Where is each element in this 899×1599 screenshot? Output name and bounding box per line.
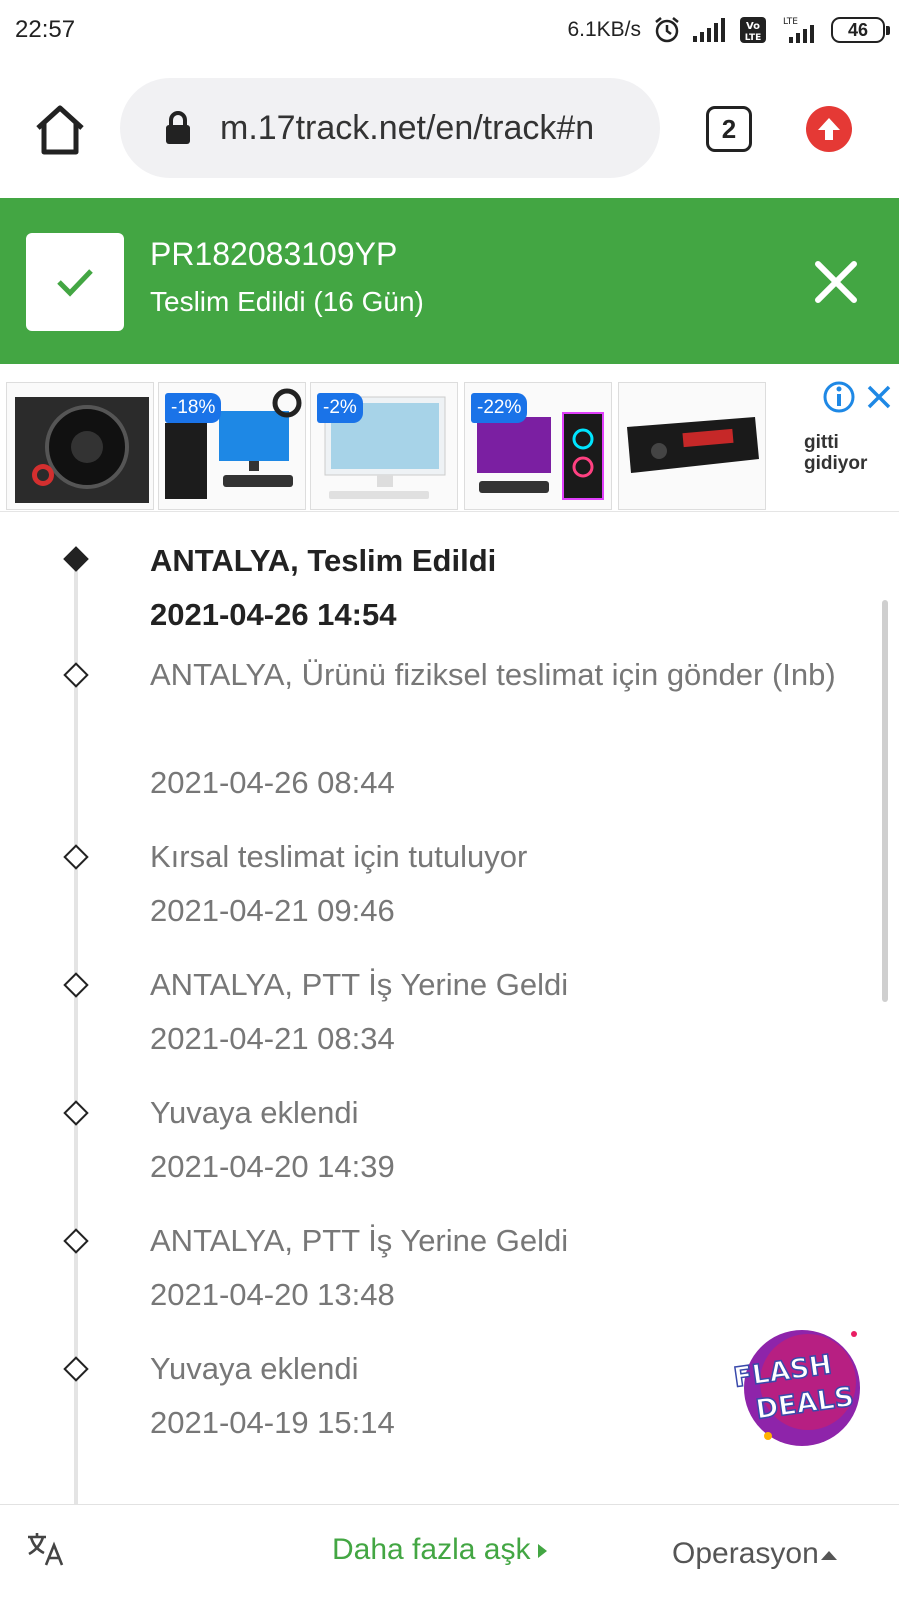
- event-time: 2021-04-20 13:48: [150, 1277, 395, 1312]
- event-time: 2021-04-20 14:39: [150, 1149, 395, 1184]
- event-description: ANTALYA, PTT İş Yerine Geldi: [150, 967, 569, 1002]
- event-time: 2021-04-26 14:54: [150, 597, 397, 632]
- home-icon: [36, 105, 84, 155]
- status-icons: 6.1KB/s Vo LTE LTE 46: [567, 14, 890, 46]
- ad-item-rgb-pc[interactable]: -22%: [464, 382, 612, 510]
- event-description: ANTALYA, Teslim Edildi: [150, 543, 497, 578]
- more-link-label: Daha fazla aşk: [332, 1533, 531, 1566]
- diamond-icon: [63, 1228, 89, 1254]
- svg-text:LTE: LTE: [783, 17, 798, 27]
- discount-tag: -22%: [471, 393, 528, 423]
- event-time: 2021-04-19 15:14: [150, 1405, 395, 1440]
- ad-banner[interactable]: -18% -2% -22% gitti gidiyor: [0, 378, 899, 512]
- svg-text:Vo: Vo: [746, 21, 760, 32]
- home-button[interactable]: [32, 104, 88, 156]
- tracking-status: Teslim Edildi (16 Gün): [150, 286, 424, 317]
- net-speed: 6.1KB/s: [567, 18, 641, 41]
- operations-button[interactable]: Operasyon: [672, 1537, 837, 1571]
- ad-item-car-stereo[interactable]: [618, 382, 766, 510]
- play-arrow-icon: [538, 1544, 548, 1559]
- battery-icon: 46: [831, 17, 890, 43]
- flash-deals-badge: FLASH DEALS: [731, 1330, 860, 1446]
- translate-button[interactable]: [26, 1529, 66, 1569]
- diamond-icon: [63, 972, 89, 998]
- ad-info-button[interactable]: [822, 380, 856, 414]
- check-icon: [57, 269, 93, 297]
- car-stereo-image: [627, 417, 759, 473]
- event-time: 2021-04-26 08:44: [150, 765, 395, 800]
- volte-icon: Vo LTE: [739, 16, 767, 44]
- update-button[interactable]: [806, 106, 852, 152]
- event-description: ANTALYA, PTT İş Yerine Geldi: [150, 1223, 569, 1258]
- ad-item-all-in-one[interactable]: -2%: [310, 382, 458, 510]
- ad-brand-logo: gitti gidiyor: [804, 432, 868, 474]
- flash-deals-button[interactable]: FLASH DEALS: [722, 1322, 868, 1452]
- tabs-button[interactable]: 2: [706, 106, 752, 152]
- subwoofer-image: [15, 397, 149, 503]
- svg-text:LTE: LTE: [745, 33, 762, 43]
- browser-toolbar: m.17track.net/en/track#n 2: [0, 60, 899, 198]
- event-time: 2021-04-21 08:34: [150, 1021, 395, 1056]
- event-description: ANTALYA, Ürünü fiziksel teslimat için gö…: [150, 657, 836, 692]
- discount-tag: -18%: [165, 393, 222, 423]
- alarm-icon: [653, 16, 681, 44]
- event-description: Yuvaya eklendi: [150, 1095, 359, 1130]
- event-time: 2021-04-21 09:46: [150, 893, 395, 928]
- ad-item-gaming-pc[interactable]: -18%: [158, 382, 306, 510]
- ad-item-subwoofer[interactable]: [6, 382, 154, 510]
- operations-label: Operasyon: [672, 1537, 819, 1570]
- caret-up-icon: [820, 1550, 837, 1560]
- close-button[interactable]: [812, 258, 860, 306]
- close-icon: [867, 385, 891, 409]
- signal-icon: [693, 18, 727, 42]
- bottom-bar: Daha fazla aşk Operasyon: [0, 1504, 899, 1599]
- tracking-header: PR182083109YP Teslim Edildi (16 Gün): [0, 198, 899, 364]
- more-link[interactable]: Daha fazla aşk: [332, 1533, 548, 1567]
- ad-close-button[interactable]: [864, 382, 894, 412]
- arrow-up-icon: [818, 118, 840, 140]
- diamond-icon: [63, 1100, 89, 1126]
- status-bar: 22:57 6.1KB/s Vo LTE LTE 46: [0, 0, 899, 60]
- info-icon: [823, 381, 855, 413]
- url-text: m.17track.net/en/track#n: [220, 108, 595, 147]
- diamond-icon: [63, 662, 89, 688]
- translate-icon: [28, 1533, 64, 1566]
- discount-tag: -2%: [317, 393, 363, 423]
- lock-icon: [166, 111, 190, 144]
- diamond-icon: [63, 844, 89, 870]
- event-description: Kırsal teslimat için tutuluyor: [150, 839, 528, 874]
- url-bar[interactable]: m.17track.net/en/track#n: [120, 78, 660, 178]
- close-icon: [815, 261, 857, 303]
- lte-signal-icon: LTE: [779, 15, 819, 45]
- scrollbar[interactable]: [882, 600, 888, 1002]
- delivered-badge: [26, 233, 124, 331]
- tracking-number: PR182083109YP: [150, 236, 398, 272]
- diamond-icon: [63, 1356, 89, 1382]
- status-time: 22:57: [15, 16, 76, 43]
- diamond-filled-icon: [63, 546, 89, 572]
